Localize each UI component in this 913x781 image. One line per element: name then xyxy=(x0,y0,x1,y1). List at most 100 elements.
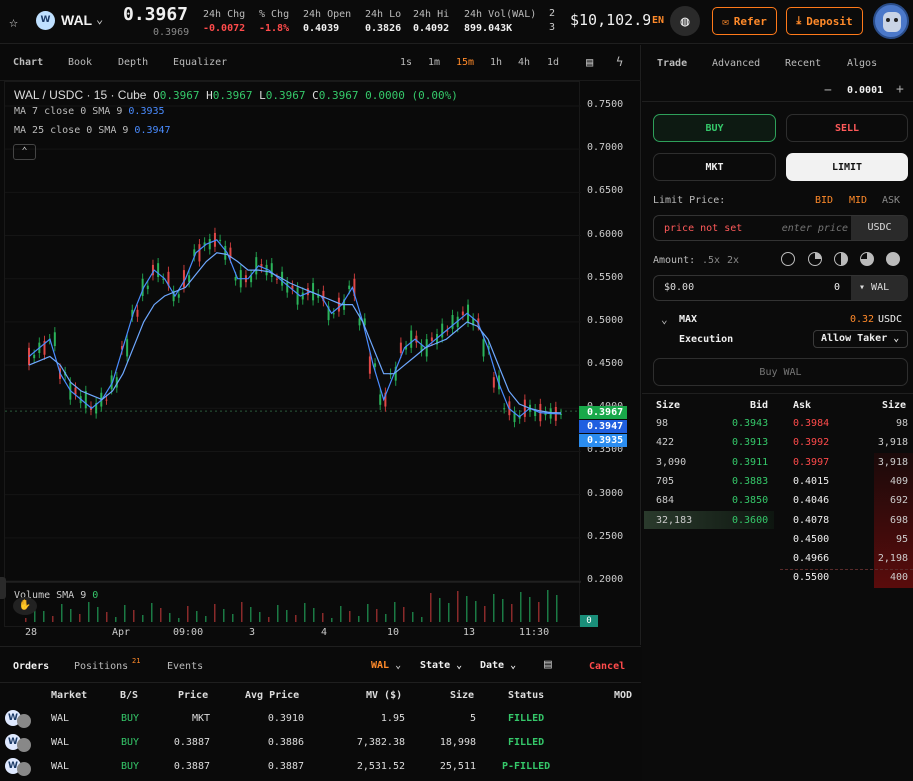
ask-size[interactable]: 698 xyxy=(890,515,908,526)
sell-side-button[interactable]: SELL xyxy=(786,114,908,142)
bid-price[interactable]: 0.3850 xyxy=(732,495,768,506)
timeframe-1d[interactable]: 1d xyxy=(547,57,559,68)
pie-empty-icon[interactable] xyxy=(781,252,795,266)
star-icon[interactable]: ☆ xyxy=(9,13,18,31)
bid-price[interactable]: 0.3600 xyxy=(732,515,768,526)
volume-bar xyxy=(187,606,189,622)
amount-field[interactable]: $0.00 0 ▾ WAL xyxy=(653,275,908,301)
ask-size[interactable]: 400 xyxy=(890,572,908,583)
refer-button[interactable]: ✉ Refer xyxy=(712,7,777,35)
bid-price[interactable]: 0.3943 xyxy=(732,418,768,429)
bid-price[interactable]: 0.3883 xyxy=(732,476,768,487)
tab-recent[interactable]: Recent xyxy=(785,58,821,69)
pie-quarter-icon[interactable] xyxy=(808,252,822,266)
cancel-button[interactable]: Cancel xyxy=(589,661,625,672)
bid-size[interactable]: 684 xyxy=(656,495,674,506)
bid-price[interactable]: 0.3911 xyxy=(732,457,768,468)
ask-size[interactable]: 3,918 xyxy=(878,437,908,448)
market-order-button[interactable]: MKT xyxy=(653,153,776,181)
pie-half-icon[interactable] xyxy=(834,252,848,266)
tab-algos[interactable]: Algos xyxy=(847,58,877,69)
table-row[interactable]: W WAL BUY MKT 0.3910 1.95 5 FILLED xyxy=(0,707,641,731)
bid-size[interactable]: 705 xyxy=(656,476,674,487)
ask-price[interactable]: 0.3992 xyxy=(793,437,829,448)
pie-three-quarter-icon[interactable] xyxy=(860,252,874,266)
trade-panel: Trade Advanced Recent Algos − 0.0001 + B… xyxy=(642,45,913,781)
filter-pair[interactable]: WAL ⌄ xyxy=(371,660,401,671)
ask-price[interactable]: 0.3997 xyxy=(793,457,829,468)
bid-size[interactable]: 32,183 xyxy=(656,515,692,526)
hand-icon[interactable]: ✋ xyxy=(13,597,37,615)
submit-buy-button[interactable]: Buy WAL xyxy=(653,358,908,386)
timeframe-1s[interactable]: 1s xyxy=(400,57,412,68)
filter-state[interactable]: State ⌄ xyxy=(420,660,462,671)
globe-icon[interactable]: ◍ xyxy=(670,6,700,36)
tick-increase-button[interactable]: + xyxy=(896,82,904,97)
ask-size[interactable]: 95 xyxy=(896,534,908,545)
legend-h-label: H xyxy=(206,89,213,102)
table-row[interactable]: W WAL BUY 0.3887 0.3887 2,531.52 25,511 P-FILLE… xyxy=(0,755,641,779)
tab-advanced[interactable]: Advanced xyxy=(712,58,760,69)
timeframe-1h[interactable]: 1h xyxy=(490,57,502,68)
tab-depth[interactable]: Depth xyxy=(118,57,148,68)
lightning-icon[interactable]: ϟ xyxy=(616,55,623,69)
chart-plot-area[interactable] xyxy=(4,81,581,627)
timeframe-1m[interactable]: 1m xyxy=(428,57,440,68)
chevron-down-icon[interactable]: ⌄ xyxy=(96,12,103,26)
ask-price[interactable]: 0.3984 xyxy=(793,418,829,429)
bid-price-button[interactable]: BID xyxy=(815,195,833,206)
leverage-2x[interactable]: 2x xyxy=(727,255,739,266)
ask-size[interactable]: 409 xyxy=(890,476,908,487)
tick-decrease-button[interactable]: − xyxy=(824,83,832,98)
volume-bar xyxy=(520,592,522,622)
ask-price[interactable]: 0.4500 xyxy=(793,534,829,545)
tab-equalizer[interactable]: Equalizer xyxy=(173,57,227,68)
pan-handle-icon[interactable] xyxy=(0,577,6,599)
bid-size[interactable]: 98 xyxy=(656,418,668,429)
pair-selector-label[interactable]: WAL xyxy=(61,12,92,28)
amount-unit: WAL xyxy=(871,282,890,293)
buy-side-button[interactable]: BUY xyxy=(653,114,776,142)
bid-price[interactable]: 0.3913 xyxy=(732,437,768,448)
language-label[interactable]: EN xyxy=(652,15,664,26)
tab-chart[interactable]: Chart xyxy=(13,57,43,68)
x-tick-label: Apr xyxy=(112,627,131,638)
limit-price-field[interactable]: price not set USDC xyxy=(653,215,908,241)
indicator-icon[interactable]: ▤ xyxy=(586,55,593,69)
deposit-button[interactable]: ⤓ Deposit xyxy=(786,7,863,35)
amount-unit-selector[interactable]: ▾ WAL xyxy=(851,276,908,300)
tab-trade[interactable]: Trade xyxy=(657,58,687,69)
ask-price[interactable]: 0.4966 xyxy=(793,553,829,564)
timeframe-15m[interactable]: 15m xyxy=(456,57,474,68)
tab-orders[interactable]: Orders xyxy=(13,661,49,672)
ask-price-button[interactable]: ASK xyxy=(882,195,900,206)
tab-events[interactable]: Events xyxy=(167,661,203,672)
avatar[interactable] xyxy=(873,3,909,39)
candle-body xyxy=(441,323,444,338)
pie-full-icon[interactable] xyxy=(886,252,900,266)
filter-date[interactable]: Date ⌄ xyxy=(480,660,516,671)
ask-size[interactable]: 3,918 xyxy=(878,457,908,468)
ask-price[interactable]: 0.4015 xyxy=(793,476,829,487)
bid-size[interactable]: 422 xyxy=(656,437,674,448)
timeframe-4h[interactable]: 4h xyxy=(518,57,530,68)
collapse-legend-button[interactable]: ⌃ xyxy=(13,144,36,160)
document-icon[interactable]: ▤ xyxy=(544,657,552,672)
tab-book[interactable]: Book xyxy=(68,57,92,68)
limit-order-button[interactable]: LIMIT xyxy=(786,153,908,181)
leverage-half[interactable]: .5x xyxy=(702,255,720,266)
max-chevron-icon[interactable]: ⌄ xyxy=(661,313,668,326)
ask-size[interactable]: 2,198 xyxy=(878,553,908,564)
ask-size[interactable]: 692 xyxy=(890,495,908,506)
bid-size[interactable]: 3,090 xyxy=(656,457,686,468)
execution-select[interactable]: Allow Taker ⌄ xyxy=(813,330,908,348)
tab-positions[interactable]: Positions xyxy=(74,661,128,672)
volume-bar xyxy=(115,617,117,622)
ask-price[interactable]: 0.5500 xyxy=(793,572,829,583)
ask-price[interactable]: 0.4078 xyxy=(793,515,829,526)
mid-price-button[interactable]: MID xyxy=(849,195,867,206)
table-row[interactable]: W WAL BUY 0.3887 0.3886 7,382.38 18,998 FILLED xyxy=(0,731,641,755)
ask-price[interactable]: 0.4046 xyxy=(793,495,829,506)
limit-price-input[interactable] xyxy=(764,220,848,236)
ask-size[interactable]: 98 xyxy=(896,418,908,429)
